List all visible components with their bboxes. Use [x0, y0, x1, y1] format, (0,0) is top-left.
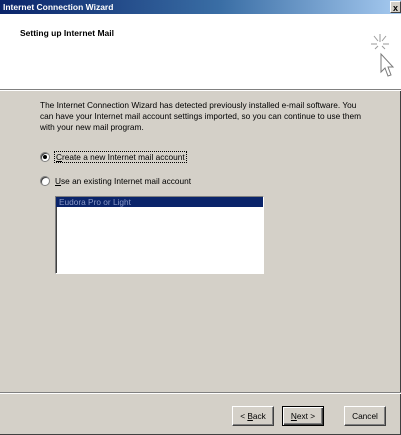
header-separator: [0, 90, 401, 91]
create-new-radio[interactable]: [40, 152, 50, 162]
close-button[interactable]: x: [390, 1, 401, 13]
mail-program-listbox[interactable]: Eudora Pro or Light: [55, 196, 264, 274]
cancel-button[interactable]: Cancel: [344, 406, 386, 426]
wizard-cursor-icon: [371, 34, 395, 77]
page-title: Setting up Internet Mail: [20, 28, 114, 38]
title-bar[interactable]: Internet Connection Wizard x: [0, 0, 401, 14]
next-button[interactable]: Next >: [282, 406, 324, 426]
use-existing-account-option[interactable]: Use an existing Internet mail account: [40, 175, 191, 187]
create-new-label[interactable]: Create a new Internet mail account: [54, 151, 187, 163]
wizard-header: Setting up Internet Mail: [0, 14, 401, 90]
intro-text: The Internet Connection Wizard has detec…: [40, 100, 361, 132]
window-title: Internet Connection Wizard: [3, 2, 114, 12]
back-button[interactable]: < Back: [232, 406, 274, 426]
footer-divider: [0, 392, 401, 394]
use-existing-label[interactable]: Use an existing Internet mail account: [55, 176, 191, 186]
close-icon: x: [392, 3, 398, 13]
wizard-window: Internet Connection Wizard x Setting up …: [0, 0, 401, 435]
create-new-account-option[interactable]: Create a new Internet mail account: [40, 151, 187, 163]
list-item[interactable]: Eudora Pro or Light: [56, 197, 263, 207]
use-existing-radio[interactable]: [40, 176, 50, 186]
